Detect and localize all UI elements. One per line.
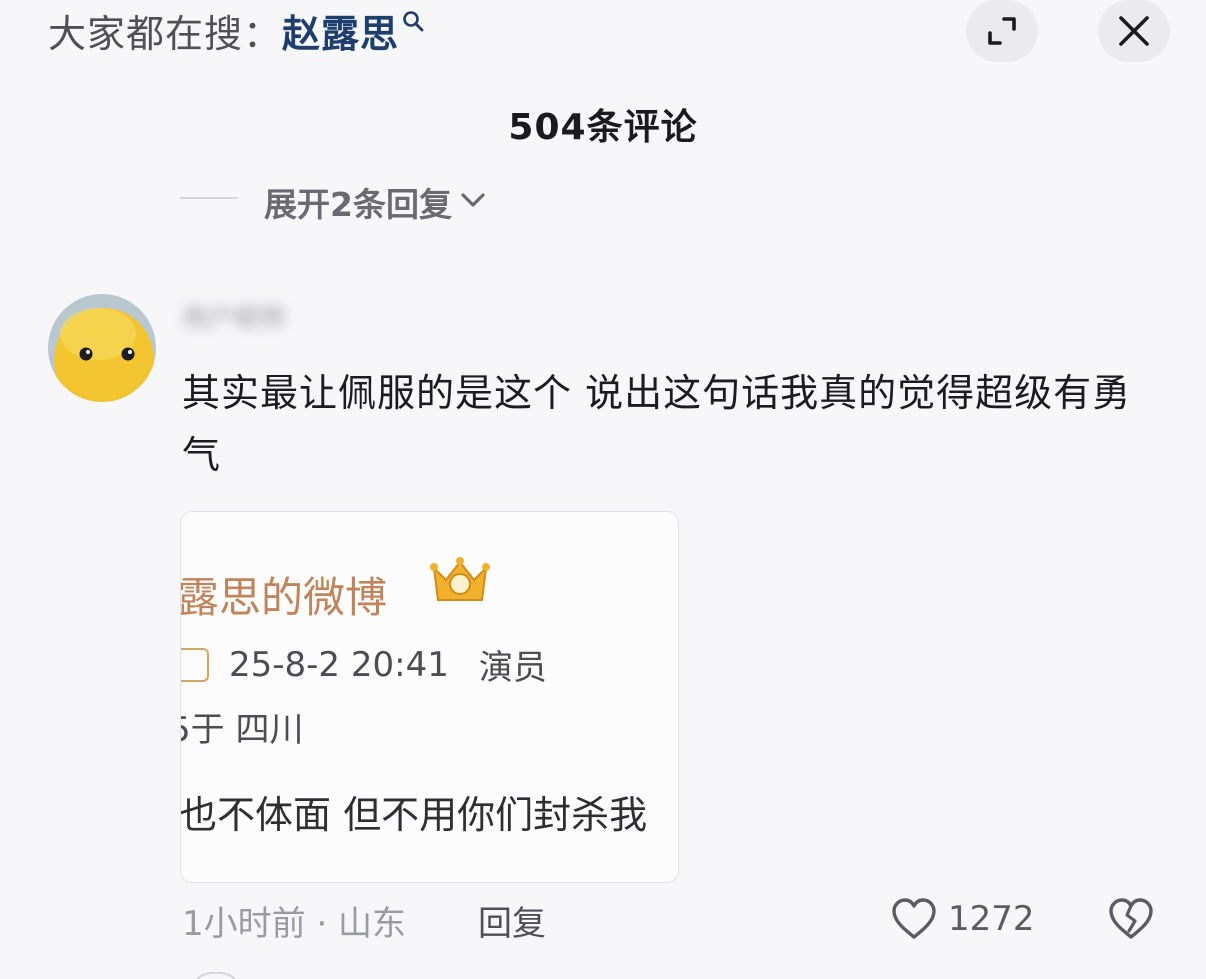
like-count: 1272 — [948, 899, 1035, 939]
comment-text: 其实最让佩服的是这个 说出这句话我真的觉得超级有勇气 — [182, 371, 1132, 477]
weibo-meta: 25-8-2 20:41 演员 — [181, 640, 547, 689]
close-icon — [1119, 16, 1149, 46]
avatar-image — [48, 294, 156, 402]
search-suggestion[interactable]: 大家都在搜： 赵露思 — [48, 4, 425, 56]
next-comment-avatar[interactable] — [190, 972, 242, 979]
username[interactable]: 用户昵称 — [182, 298, 292, 334]
chevron-down-icon — [461, 193, 485, 207]
reply-button[interactable]: 回复 — [478, 896, 546, 945]
expand-replies-button[interactable]: 展开2条回复 — [180, 176, 486, 220]
close-button[interactable] — [1098, 0, 1170, 62]
collapse-corners-icon — [988, 17, 1016, 45]
expand-replies-label: 展开2条回复 — [264, 185, 452, 220]
weibo-role: 演员 — [478, 648, 547, 688]
magnifier-icon — [403, 11, 424, 32]
comment-time-location: 1小时前 · 山东 — [182, 904, 407, 944]
like-button[interactable]: 1272 — [890, 894, 1035, 944]
weibo-location: 5于 四川 — [180, 710, 304, 750]
broken-heart-icon — [1109, 898, 1153, 939]
device-icon — [181, 647, 209, 682]
weibo-timestamp: 25-8-2 20:41 — [229, 644, 449, 685]
heart-icon — [892, 898, 936, 939]
reply-divider — [180, 197, 238, 199]
comments-panel: 大家都在搜： 赵露思 504条评论 展开2条回复 用户昵称 其实最让佩服的是这个… — [0, 0, 1206, 979]
avatar[interactable] — [48, 294, 156, 402]
comment-count-title: 504条评论 — [508, 107, 698, 148]
crown-badge-icon — [430, 557, 490, 601]
weibo-title: 露思的微博 — [180, 573, 388, 622]
expand-button[interactable] — [966, 0, 1038, 62]
search-prefix: 大家都在搜： — [48, 11, 283, 56]
weibo-body: 也不体面 但不用你们封杀我 — [180, 793, 648, 837]
search-keyword-link[interactable]: 赵露思 — [282, 3, 399, 58]
dislike-button[interactable] — [1106, 894, 1156, 944]
